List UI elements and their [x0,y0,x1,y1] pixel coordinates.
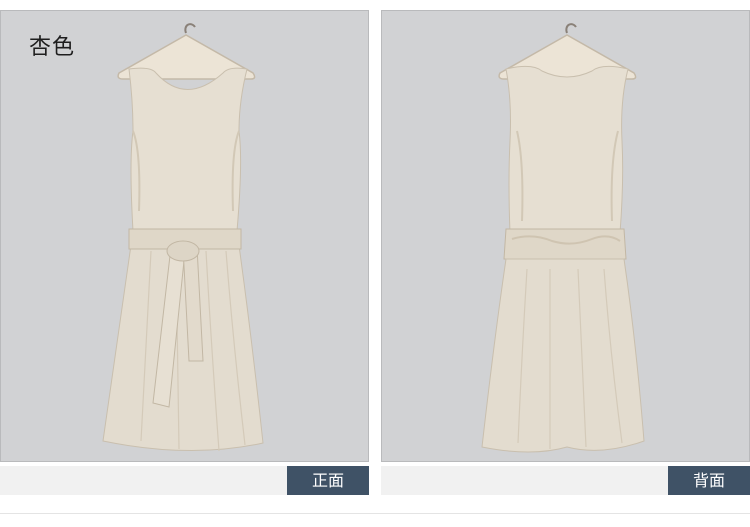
back-view-caption: 背面 [668,466,750,495]
color-name-label: 杏色 [29,35,76,60]
back-dress-image [481,23,645,453]
front-caption-bar: 正面 [0,466,369,495]
front-view-caption: 正面 [287,466,369,495]
front-dress-image [102,23,264,452]
divider [0,513,750,514]
back-caption-bar: 背面 [381,466,750,495]
back-view-panel [381,10,750,462]
front-view-panel: 杏色 [0,10,369,462]
